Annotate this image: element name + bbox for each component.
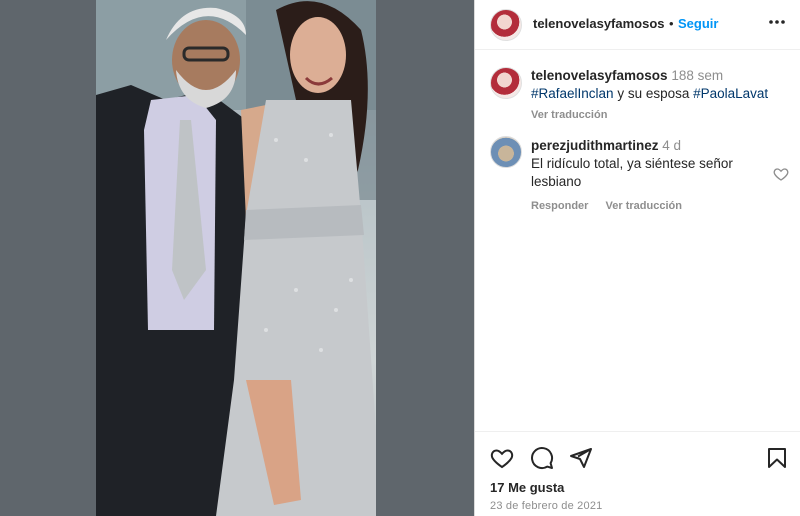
comment-icon[interactable] [530,446,554,470]
caption-avatar[interactable] [490,67,522,99]
post-caption: telenovelasyfamosos 188 sem #RafaelIncla… [531,67,791,124]
post-media-pane [0,0,474,516]
comment-text: El ridículo total, ya siéntese señor les… [531,156,733,189]
caption-username[interactable]: telenovelasyfamosos [531,68,668,83]
hashtag-link[interactable]: #PaolaLavat [693,86,768,101]
header-separator: • [669,16,674,31]
post-photo[interactable] [96,0,376,516]
follow-button[interactable]: Seguir [678,16,718,31]
comment: perezjudithmartinez 4 d El ridículo tota… [531,137,763,191]
heart-icon[interactable] [490,446,514,470]
avatar[interactable] [490,9,522,41]
comment-time[interactable]: 4 d [662,138,681,153]
post-sidebar: telenovelasyfamosos • Seguir telenovelas… [474,0,800,516]
comment-avatar[interactable] [490,136,522,168]
send-icon[interactable] [569,446,593,470]
comment-actions: Responder Ver traducción [531,200,696,212]
post-footer: 17 Me gusta 23 de febrero de 2021 [475,431,800,516]
caption-text: y su esposa [613,86,694,101]
more-horizontal-icon[interactable] [767,12,787,32]
post-header: telenovelasyfamosos • Seguir [475,0,800,50]
likes-count[interactable]: 17 Me gusta [490,480,564,495]
reply-button[interactable]: Responder [531,200,588,212]
bookmark-icon[interactable] [765,446,789,470]
heart-icon[interactable] [773,166,789,182]
see-translation-link[interactable]: Ver traducción [606,200,682,212]
caption-time[interactable]: 188 sem [671,68,723,83]
header-username[interactable]: telenovelasyfamosos [533,16,665,31]
post-date[interactable]: 23 de febrero de 2021 [490,500,602,512]
hashtag-link[interactable]: #RafaelInclan [531,86,614,101]
comment-username[interactable]: perezjudithmartinez [531,138,659,153]
see-translation-link[interactable]: Ver traducción [531,106,791,124]
